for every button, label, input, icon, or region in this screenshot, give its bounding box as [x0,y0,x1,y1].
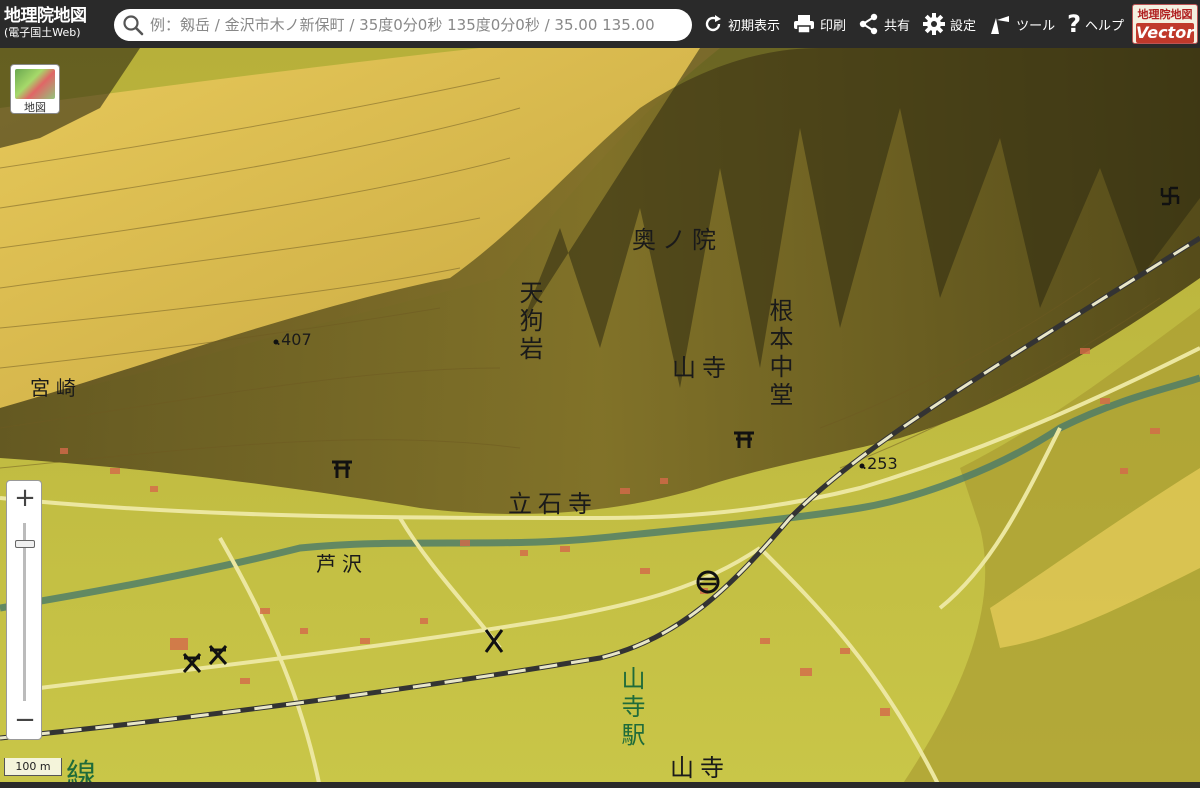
label-risshakuji: 立石寺 [508,490,598,518]
tools-button[interactable]: ツール [982,0,1061,48]
scale-bar: 100 m [4,758,62,776]
help-label: ヘルプ [1085,18,1125,34]
print-label: 印刷 [820,18,847,34]
help-icon: ? [1067,10,1081,38]
help-button[interactable]: ? ヘルプ [1061,0,1130,48]
zoom-out-button[interactable]: − [7,703,43,739]
reload-icon [705,15,721,32]
zoom-slider-handle[interactable] [15,540,35,548]
label-yamadera-town: 山寺 [670,754,730,782]
label-elev-253: .253 [862,454,898,473]
settings-button[interactable]: 設定 [916,0,982,48]
tools-label: ツール [1016,18,1056,34]
search-icon [123,15,144,36]
print-button[interactable]: 印刷 [786,0,852,48]
map-layer-switch-button[interactable]: 地図 [10,64,60,114]
gear-icon [923,13,946,35]
search-input[interactable] [150,11,680,39]
map-thumbnail-icon [15,69,55,99]
share-label: 共有 [884,18,911,34]
zoom-control: + − [6,480,42,740]
label-konponchudo: 根本中堂 [765,298,793,410]
reset-view-label: 初期表示 [728,18,781,34]
tool-icon [991,16,1010,34]
brand[interactable]: 地理院地図 (電子国土Web) [0,0,112,48]
vector-logo-top: 地理院地図 [1137,8,1193,21]
toolbar: 初期表示 印刷 共有 設定 ツール ? ヘルプ [696,0,1130,48]
map-layer-switch-label: 地図 [24,101,46,114]
label-ashizawa: 芦沢 [316,552,368,576]
label-tenguiwa: 天狗岩 [515,280,543,364]
share-button[interactable]: 共有 [852,0,916,48]
vector-logo-bottom: Vector [1136,23,1195,43]
printer-icon [794,15,815,34]
share-icon [859,13,878,35]
label-elev-407: .407 [276,330,312,349]
label-yamadera-temple: 山寺 [672,354,732,382]
vector-logo[interactable]: 地理院地図 Vector [1132,4,1198,44]
header-bar: 地理院地図 (電子国土Web) 初期表示 印刷 [0,0,1200,48]
terrain-map [0,48,1200,788]
brand-title: 地理院地図 [4,6,87,26]
zoom-slider-track[interactable] [23,523,26,701]
footer-strip [0,782,1200,788]
map-canvas[interactable]: 奥ノ院 天狗岩 山寺 根本中堂 宮崎 .407 .253 立石寺 芦沢 山寺駅 … [0,48,1200,788]
reset-view-button[interactable]: 初期表示 [696,0,786,48]
brand-subtitle: (電子国土Web) [4,26,81,39]
label-yamadera-station: 山寺駅 [617,666,645,750]
label-okunoin: 奥ノ院 [632,226,722,254]
search-box[interactable] [114,9,692,41]
label-miyazaki: 宮崎 [30,376,82,400]
settings-label: 設定 [950,18,977,34]
zoom-in-button[interactable]: + [7,481,43,517]
